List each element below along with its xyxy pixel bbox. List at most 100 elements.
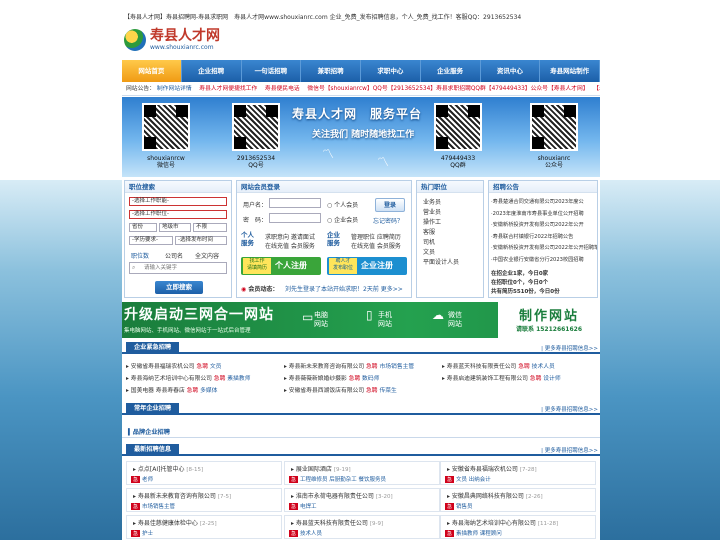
qr-caption: shouxianrc 公众号 (537, 155, 571, 169)
wechat-icon: ☁ (432, 308, 444, 322)
job-card[interactable]: ▸ 寿县佳慈健康体检中心 [2-25] 急护士 (126, 515, 282, 539)
hot-job-item[interactable]: 客服 (423, 228, 459, 238)
notice-item[interactable]: ·中国农业银行安徽省分行2023校园招聘 (491, 255, 597, 267)
forgot-password-link[interactable]: 忘记密码？ (373, 216, 403, 225)
qr-caption: 479449433 QQ群 (440, 155, 476, 169)
recruit-notice-panel: 招聘公告 ·寿县楚通合同交通有限公司2023年度公 ·2023年度淮南市寿县事业… (488, 180, 598, 298)
hot-job-item[interactable]: 文员 (423, 248, 459, 258)
password-label: 密 码： (243, 217, 268, 224)
ticker-item[interactable]: 制作网站详情 (157, 86, 192, 92)
ticker-item[interactable]: 微信号【shouxianrcw】QQ号【2913652534】寿县求职招聘QQ群… (307, 86, 585, 92)
username-input[interactable] (269, 198, 321, 208)
job-card[interactable]: ▸ 安徽昌典网络科技有限公司 [2-26] 急销售员 (440, 488, 596, 512)
notice-item[interactable]: ·2023年度淮南市寿县事业单位公开招聘 (491, 209, 597, 221)
job-card[interactable]: ▸ 安徽省寿县福瑞农机公司 [7-28] 急文员 出纳会计 (440, 461, 596, 485)
urgent-item[interactable]: ▸ 国美电器 寿县寿春店 急聘 多媒体 (126, 385, 217, 394)
more-link[interactable]: | 更多寿县招聘信息>> (541, 344, 598, 352)
urgent-item[interactable]: ▸ 寿县启迪建筑装饰工程有限公司 急聘 设计师 (442, 373, 561, 382)
personal-member-radio[interactable]: ○ 个人会员 (327, 200, 358, 209)
tab-fulltext[interactable]: 全文内容 (195, 251, 219, 260)
nav-news[interactable]: 资讯中心 (481, 60, 541, 82)
hot-job-item[interactable]: 平面设计人员 (423, 258, 459, 268)
nav-website-making[interactable]: 寿县网站制作 (540, 60, 600, 82)
search-button[interactable]: 立即搜索 (155, 281, 203, 294)
section-title: 常年企业招聘 (126, 403, 180, 415)
urgent-item[interactable]: ▸ 寿县新未来教育咨询有限公司 急聘 市场销售主管 (284, 361, 414, 370)
brand-section-header: ▍品牌企业招聘 (122, 424, 600, 438)
ticker-label: 网站公告： (126, 86, 155, 92)
nav-company-service[interactable]: 企业服务 (421, 60, 481, 82)
nav-company-jobs[interactable]: 企业招聘 (182, 60, 242, 82)
tab-company[interactable]: 公司名 (165, 251, 183, 260)
urgent-item[interactable]: ▸ 寿县蓝天科技有限责任公司 急聘 技术人员 (442, 361, 555, 370)
login-button[interactable]: 登录 (375, 198, 405, 212)
notice-item[interactable]: ·安徽新桥投资开发有限公司2022年公开招聘笔 (491, 243, 597, 255)
post-time-select[interactable]: -选择发布时间 (175, 236, 227, 245)
desktop-icon: ▭ (302, 310, 314, 324)
ticker-item[interactable]: 【寿 (593, 86, 600, 92)
personal-service-links-1[interactable]: 求职意向 邀请面试 (265, 232, 315, 241)
ad-pc-site: ▭ 电脑 网站 (302, 310, 328, 328)
logo-url: www.shouxianrc.com (150, 44, 214, 51)
page-container: 【寿县人才网】寿县招聘网-寿县求职网 寿县人才网www.shouxianrc.c… (122, 0, 600, 540)
nav-job-center[interactable]: 求职中心 (361, 60, 421, 82)
hot-job-item[interactable]: 操作工 (423, 218, 459, 228)
urgent-item[interactable]: ▸ 寿县海纳艺术培训中心有限公司 急聘 素描教师 (126, 373, 250, 382)
three-in-one-ad[interactable]: 升级启动三网合一网站 集电脑网站、手机网站、微信网站于一站式后台管理 ▭ 电脑 网… (122, 302, 600, 338)
banner-title: 寿县人才网 服务平台 (292, 107, 423, 121)
hot-job-item[interactable]: 司机 (423, 238, 459, 248)
keyword-input[interactable] (129, 262, 227, 274)
search-icon: ⌕ (132, 264, 136, 271)
province-select[interactable]: 省份 (129, 223, 157, 232)
hot-job-item[interactable]: 业务员 (423, 198, 459, 208)
nav-home[interactable]: 网站首页 (122, 60, 182, 82)
member-news-label: ◉ 会员动态： (241, 286, 279, 293)
more-link[interactable]: | 更多寿县招聘信息>> (541, 446, 598, 454)
job-card[interactable]: ▸ 寿县蓝天科技有限责任公司 [9-9] 急技术人员 (284, 515, 440, 539)
nav-part-time[interactable]: 兼职招聘 (301, 60, 361, 82)
hero-banner: shouxianrcw 微信号 2913652534 QQ号 寿县人才网 服务平台 … (122, 97, 600, 177)
job-card[interactable]: ▸ 寿县新未来教育咨询有限公司 [7-5] 急市场销售主管 (126, 488, 282, 512)
section-title: 企业紧急招聘 (126, 342, 180, 354)
city-select[interactable]: 地级市 (159, 223, 191, 232)
job-card[interactable]: ▸ 展业国际酒店 [9-19] 急工程维修员 后厨勤杂工 餐饮服务员 (284, 461, 440, 485)
password-input[interactable] (269, 213, 321, 223)
latest-section-header: 最新招聘信息 | 更多寿县招聘信息>> (122, 444, 600, 456)
company-register-button[interactable]: 聘人才 发布职位 企业注册 (327, 257, 407, 275)
job-card[interactable]: ▸ 淮南市永荷电器有限责任公司 [3-20] 急电焊工 (284, 488, 440, 512)
urgent-item[interactable]: ▸ 安徽省寿县福瑞农机公司 急聘 文员 (126, 361, 221, 370)
urgent-item[interactable]: ▸ 安徽省寿县西湖饭店有限公司 急聘 传菜生 (284, 385, 397, 394)
member-news-text[interactable]: 刘先生登录了本站开始求职！2天前 更多>> (285, 284, 403, 293)
job-search-panel: 职位搜索 -选择工作职能- -选择工作职位- 省份 地级市 不限 -学历要求- … (124, 180, 232, 298)
ticker-item[interactable]: 寿县人才网便捷找工作 (199, 86, 257, 92)
site-logo[interactable]: 寿县人才网 www.shouxianrc.com (124, 22, 234, 58)
urgent-item[interactable]: ▸ 寿县薇薇新娘婚纱摄影 急聘 数码师 (284, 373, 379, 382)
ad-subtitle: 集电脑网站、手机网站、微信网站于一站式后台管理 (124, 328, 251, 334)
notice-item[interactable]: ·安徽新桥投资开发有限公司2022年公开 (491, 220, 597, 232)
ad-brand-box: 制作网站 请联系 15212661626 (498, 302, 600, 338)
ticker-item[interactable]: 寿县便民电话 (265, 86, 300, 92)
member-news-icon: ◉ (241, 286, 247, 293)
banner-subtitle: 关注我们 随时随地找工作 (312, 130, 415, 140)
company-service-links-2[interactable]: 在线充值 会员服务 (351, 241, 401, 250)
qq-group-qr-code (434, 103, 482, 151)
job-position-select[interactable]: -选择工作职位- (129, 210, 227, 219)
more-link[interactable]: | 更多寿县招聘信息>> (541, 405, 598, 413)
tab-job[interactable]: 职位数 (131, 251, 149, 260)
notice-item[interactable]: ·寿县楚通合同交通有限公司2023年度公 (491, 197, 597, 209)
logo-mark-icon (124, 29, 146, 51)
personal-service-links-2[interactable]: 在线充值 会员服务 (265, 241, 315, 250)
job-card[interactable]: ▸ 寿县海纳艺术培训中心有限公司 [11-28] 急素描教师 课程顾问 (440, 515, 596, 539)
notice-item[interactable]: ·寿县联合村镇银行2022年招聘公告 (491, 232, 597, 244)
job-function-select[interactable]: -选择工作职能- (129, 197, 227, 206)
district-select[interactable]: 不限 (193, 223, 227, 232)
section-title: ▍品牌企业招聘 (128, 429, 170, 436)
job-card[interactable]: ▸ 点点[AI]托管中心 [8-15] 急老师 (126, 461, 282, 485)
nav-one-line-jobs[interactable]: 一句话招聘 (242, 60, 302, 82)
hot-job-item[interactable]: 营业员 (423, 208, 459, 218)
company-member-radio[interactable]: ○ 企业会员 (327, 215, 358, 224)
panel-title: 热门职位 (417, 181, 483, 193)
company-service-links-1[interactable]: 管理职位 应聘简历 (351, 232, 401, 241)
education-select[interactable]: -学历要求- (129, 236, 173, 245)
personal-register-button[interactable]: 找工作 请填简历 个人注册 (241, 257, 321, 275)
